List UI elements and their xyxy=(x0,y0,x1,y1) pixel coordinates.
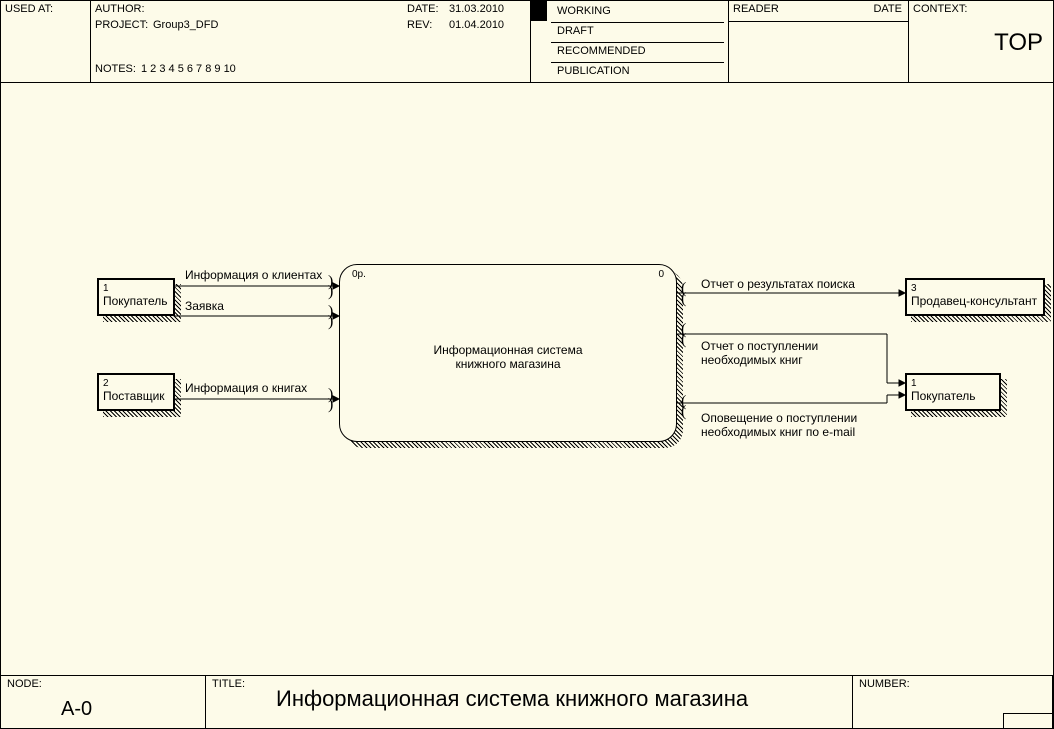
date-label: DATE: xyxy=(407,3,439,15)
process-box: 0р. 0 Информационная система книжного ма… xyxy=(339,264,677,442)
node-label: NODE: xyxy=(7,678,42,690)
flow-label: Информация о клиентах xyxy=(185,268,322,282)
process-label-2: книжного магазина xyxy=(340,357,676,371)
context-value: TOP xyxy=(909,29,1043,57)
header-bar: USED AT: AUTHOR: PROJECT: Group3_DFD DAT… xyxy=(0,0,1054,83)
title-value: Информационная система книжного магазина xyxy=(276,686,748,712)
project-label: PROJECT: xyxy=(95,19,148,31)
tunnel-icon: ( xyxy=(681,331,686,349)
reader-label: READER xyxy=(733,3,779,15)
diagram-canvas: 1 Покупатель 2 Поставщик 0р. 0 Информаци… xyxy=(0,83,1054,675)
footer-bar: NODE: A-0 TITLE: Информационная система … xyxy=(0,675,1054,729)
used-at-label: USED AT: xyxy=(5,3,53,15)
arrow xyxy=(175,396,339,402)
tunnel-icon: ) xyxy=(328,283,333,301)
status-publication: PUBLICATION xyxy=(551,63,724,83)
tunnel-icon: ) xyxy=(328,313,333,331)
node-value: A-0 xyxy=(61,698,92,721)
process-label-1: Информационная система xyxy=(340,343,676,357)
status-marker xyxy=(531,1,547,21)
author-label: AUTHOR: xyxy=(95,3,145,15)
rev-value: 01.04.2010 xyxy=(449,19,504,31)
reader-date-label: DATE xyxy=(873,3,902,15)
entity-seller: 3 Продавец-консультант xyxy=(905,278,1045,316)
process-corner-right: 0 xyxy=(658,269,664,280)
project-value: Group3_DFD xyxy=(153,19,218,31)
tunnel-icon: ) xyxy=(328,396,333,414)
rev-label: REV: xyxy=(407,19,432,31)
node-cell: NODE: A-0 xyxy=(1,676,206,728)
entity-index: 3 xyxy=(911,283,1039,294)
status-recommended: RECOMMENDED xyxy=(551,43,724,63)
entity-label: Продавец-консультант xyxy=(911,294,1039,308)
context-label: CONTEXT: xyxy=(913,3,967,15)
tunnel-icon: ( xyxy=(681,403,686,421)
notes-label: NOTES: xyxy=(95,63,136,75)
entity-label: Покупатель xyxy=(103,294,169,308)
arrow xyxy=(677,331,905,391)
flow-label: Отчет о результатах поиска xyxy=(701,277,855,291)
arrow xyxy=(677,388,905,408)
entity-label: Покупатель xyxy=(911,389,995,403)
arrow xyxy=(677,290,905,296)
entity-label: Поставщик xyxy=(103,389,169,403)
arrow xyxy=(175,313,339,319)
entity-index: 2 xyxy=(103,378,169,389)
notes-value: 1 2 3 4 5 6 7 8 9 10 xyxy=(141,63,236,75)
used-at-cell: USED AT: xyxy=(1,1,91,82)
arrow xyxy=(175,283,339,289)
entity-index: 1 xyxy=(103,283,169,294)
flow-label: Информация о книгах xyxy=(185,381,307,395)
number-label: NUMBER: xyxy=(859,678,910,690)
status-working: WORKING xyxy=(551,3,724,23)
author-cell: AUTHOR: PROJECT: Group3_DFD DATE: 31.03.… xyxy=(91,1,531,82)
entity-index: 1 xyxy=(911,378,995,389)
flow-label: Заявка xyxy=(185,299,224,313)
context-cell: CONTEXT: TOP xyxy=(909,1,1054,82)
title-label: TITLE: xyxy=(212,678,245,690)
number-cell: NUMBER: xyxy=(853,676,1053,728)
reader-cell: READER DATE xyxy=(729,1,909,82)
entity-buyer-right: 1 Покупатель xyxy=(905,373,1001,411)
title-cell: TITLE: Информационная система книжного м… xyxy=(206,676,853,728)
tunnel-icon: ( xyxy=(681,290,686,308)
status-draft: DRAFT xyxy=(551,23,724,43)
status-cell: WORKING DRAFT RECOMMENDED PUBLICATION xyxy=(547,1,729,82)
entity-buyer-left: 1 Покупатель xyxy=(97,278,175,316)
entity-supplier: 2 Поставщик xyxy=(97,373,175,411)
date-value: 31.03.2010 xyxy=(449,3,504,15)
process-corner-left: 0р. xyxy=(352,269,366,280)
flow-label: Оповещение о поступлении необходимых кни… xyxy=(701,411,857,439)
